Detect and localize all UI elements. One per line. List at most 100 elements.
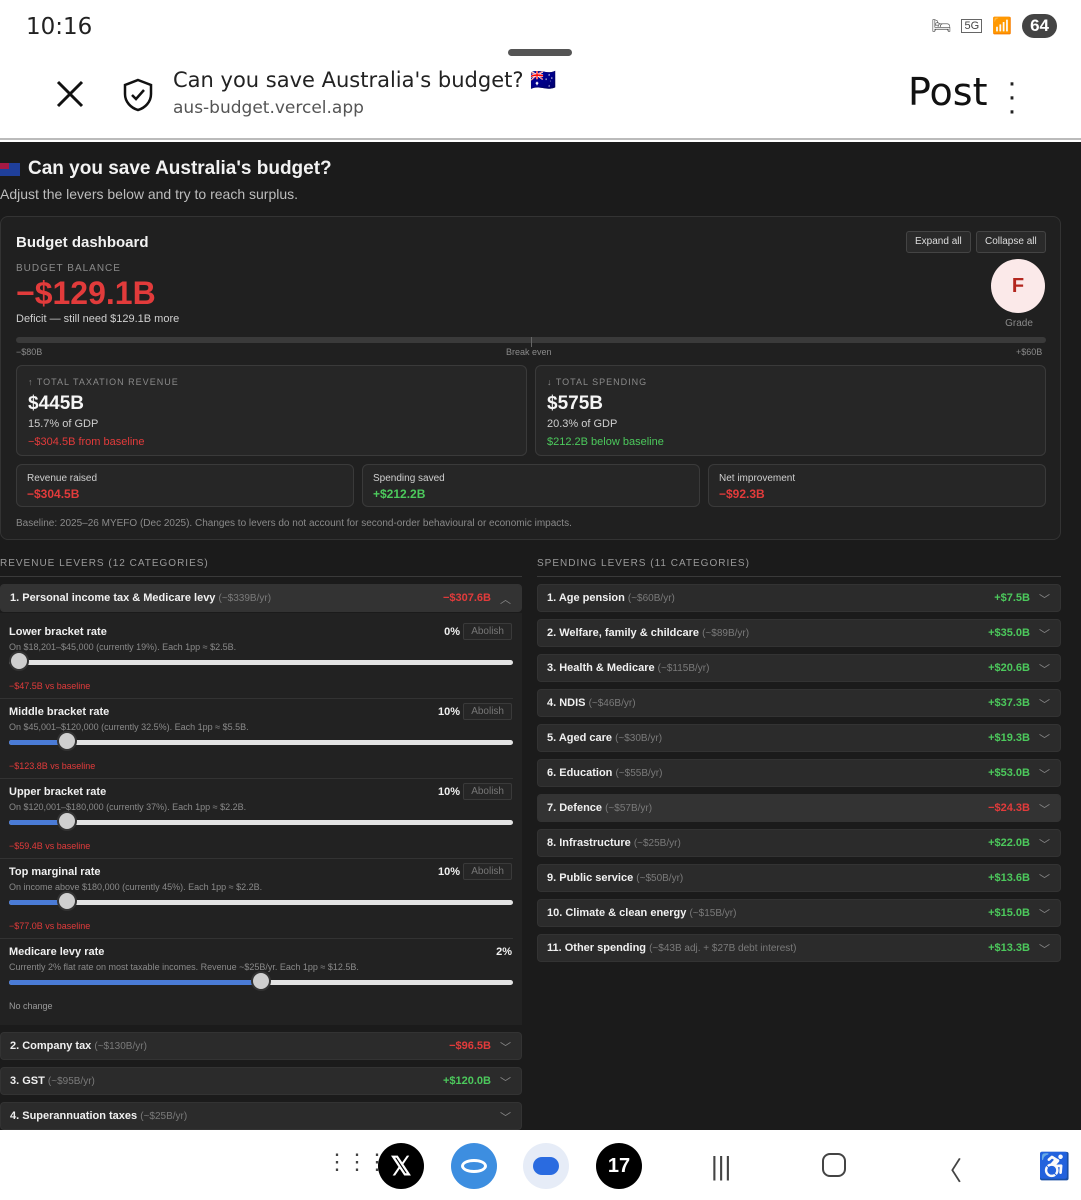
spending-lever-1[interactable]: 1. Age pension (~$60B/yr) +$7.5B ﹀ <box>537 584 1061 612</box>
slider-thumb[interactable] <box>56 891 77 911</box>
budget-dashboard: Budget dashboard Expand all Collapse all… <box>0 216 1061 540</box>
lever-hint: (~$25B/yr) <box>633 838 681 849</box>
spending-lever-2[interactable]: 2. Welfare, family & childcare (~$89B/yr… <box>537 619 1061 647</box>
recents-icon[interactable]: ||| <box>711 1151 731 1182</box>
spending-lever-6[interactable]: 6. Education (~$55B/yr) +$53.0B ﹀ <box>537 759 1061 787</box>
lever-title: 6. Education (~$55B/yr) <box>547 767 662 779</box>
accessibility-icon[interactable]: ♿ <box>1038 1151 1070 1182</box>
collapse-all-button[interactable]: Collapse all <box>976 231 1046 253</box>
slider-track[interactable] <box>9 820 513 825</box>
lever-hint: (~$30B/yr) <box>615 733 663 744</box>
back-icon[interactable]: 〈 <box>936 1151 962 1188</box>
spending-lever-11[interactable]: 11. Other spending (~$43B adj. + $27B de… <box>537 934 1061 962</box>
lever-title-text: 5. Aged care <box>547 732 613 744</box>
status-icons: 🛏 5G 📶 64 <box>931 14 1057 38</box>
revenue-lever-4[interactable]: 4. Superannuation taxes (~$25B/yr) ﹀ <box>0 1102 522 1130</box>
chevron-down-icon[interactable]: ﹀ <box>1039 941 1050 957</box>
lever-delta: +$13.6B <box>988 872 1030 884</box>
lever-delta: +$15.0B <box>988 907 1030 919</box>
abolish-button[interactable]: Abolish <box>463 783 512 800</box>
x-app-icon[interactable]: 𝕏 <box>378 1143 424 1189</box>
slider-name: Lower bracket rate <box>9 626 107 638</box>
app-subtitle: Adjust the levers below and try to reach… <box>0 186 299 202</box>
lever-hint: (~$339B/yr) <box>218 593 272 604</box>
revenue-lever-1[interactable]: 1. Personal income tax & Medicare levy (… <box>0 584 522 612</box>
chevron-down-icon[interactable]: ﹀ <box>1039 661 1050 677</box>
chevron-down-icon[interactable]: ﹀ <box>1039 906 1050 922</box>
chevron-down-icon[interactable]: ﹀ <box>500 1039 511 1055</box>
apps-grid-icon[interactable]: ⋮⋮⋮ <box>326 1149 388 1175</box>
spending-saved-value: +$212.2B <box>373 487 426 501</box>
lever-delta: −$24.3B <box>988 802 1030 814</box>
chevron-down-icon[interactable]: ﹀ <box>500 1074 511 1090</box>
expand-all-button[interactable]: Expand all <box>906 231 971 253</box>
scale-max: +$60B <box>1016 347 1043 357</box>
lever-title-text: 3. Health & Medicare <box>547 662 655 674</box>
slider-track[interactable] <box>9 900 513 905</box>
slider-thumb[interactable] <box>56 811 77 831</box>
chevron-up-icon[interactable]: ︿ <box>500 591 511 607</box>
chevron-down-icon[interactable]: ﹀ <box>1039 766 1050 782</box>
revenue-card-change: −$304.5B from baseline <box>28 436 145 448</box>
lever-delta: −$96.5B <box>449 1040 491 1052</box>
lever-title: 9. Public service (~$50B/yr) <box>547 872 683 884</box>
abolish-button[interactable]: Abolish <box>463 623 512 640</box>
dashboard-title: Budget dashboard <box>16 234 149 251</box>
more-icon[interactable]: · · · <box>1000 68 1024 126</box>
app-title: Can you save Australia's budget? <box>0 158 332 180</box>
revenue-raised-card: Revenue raised −$304.5B <box>16 464 354 507</box>
chevron-down-icon[interactable]: ﹀ <box>500 1109 511 1125</box>
chevron-down-icon[interactable]: ﹀ <box>1039 626 1050 642</box>
slider-track[interactable] <box>9 740 513 745</box>
break-even-marker <box>531 337 532 347</box>
status-time: 10:16 <box>26 14 93 40</box>
slider-thumb[interactable] <box>251 971 271 991</box>
abolish-button[interactable]: Abolish <box>463 703 512 720</box>
spending-lever-8[interactable]: 8. Infrastructure (~$25B/yr) +$22.0B ﹀ <box>537 829 1061 857</box>
spending-card-change: $212.2B below baseline <box>547 436 664 448</box>
lever-hint: (~$130B/yr) <box>94 1041 147 1052</box>
spending-lever-9[interactable]: 9. Public service (~$50B/yr) +$13.6B ﹀ <box>537 864 1061 892</box>
slider-name: Medicare levy rate <box>9 946 105 958</box>
balance-label: Budget balance <box>16 263 121 274</box>
tradingview-app-icon[interactable]: 17 <box>596 1143 642 1189</box>
spending-saved-label: Spending saved <box>373 473 445 484</box>
chevron-down-icon[interactable]: ﹀ <box>1039 591 1050 607</box>
slider-name: Middle bracket rate <box>9 706 110 718</box>
revenue-lever-3[interactable]: 3. GST (~$95B/yr) +$120.0B ﹀ <box>0 1067 522 1095</box>
bottom-nav-bar: ⋮⋮⋮ 𝕏 17 ||| 〈 ♿ <box>0 1131 1081 1200</box>
lever-title: 8. Infrastructure (~$25B/yr) <box>547 837 681 849</box>
spending-lever-4[interactable]: 4. NDIS (~$46B/yr) +$37.3B ﹀ <box>537 689 1061 717</box>
abolish-button[interactable]: Abolish <box>463 863 512 880</box>
slider-track[interactable] <box>9 660 513 665</box>
lever-title: 7. Defence (~$57B/yr) <box>547 802 652 814</box>
slider-desc: On $120,001–$180,000 (currently 37%). Ea… <box>9 802 247 812</box>
drag-handle[interactable] <box>508 49 572 56</box>
close-icon[interactable] <box>54 78 86 110</box>
weather-app-icon[interactable] <box>451 1143 497 1189</box>
revenue-raised-label: Revenue raised <box>27 473 98 484</box>
slider-desc: Currently 2% flat rate on most taxable i… <box>9 962 359 972</box>
shield-icon[interactable] <box>122 78 154 112</box>
chevron-down-icon[interactable]: ﹀ <box>1039 731 1050 747</box>
chevron-down-icon[interactable]: ﹀ <box>1039 696 1050 712</box>
spending-lever-10[interactable]: 10. Climate & clean energy (~$15B/yr) +$1… <box>537 899 1061 927</box>
slider-name: Top marginal rate <box>9 866 101 878</box>
chevron-down-icon[interactable]: ﹀ <box>1039 836 1050 852</box>
home-icon[interactable] <box>822 1153 846 1177</box>
slider-thumb[interactable] <box>9 651 29 671</box>
lever-title: 2. Welfare, family & childcare (~$89B/yr… <box>547 627 749 639</box>
spending-lever-3[interactable]: 3. Health & Medicare (~$115B/yr) +$20.6B ﹀ <box>537 654 1061 682</box>
slider-value: 10% <box>437 706 460 718</box>
baseline-note: Baseline: 2025–26 MYEFO (Dec 2025). Chan… <box>16 518 572 529</box>
slider-desc: On income above $180,000 (currently 45%)… <box>9 882 263 892</box>
post-button[interactable]: Post <box>908 70 988 114</box>
messages-app-icon[interactable] <box>523 1143 569 1189</box>
lever-title: 3. Health & Medicare (~$115B/yr) <box>547 662 709 674</box>
chevron-down-icon[interactable]: ﹀ <box>1039 801 1050 817</box>
slider-thumb[interactable] <box>56 731 77 751</box>
revenue-lever-2[interactable]: 2. Company tax (~$130B/yr) −$96.5B ﹀ <box>0 1032 522 1060</box>
spending-lever-5[interactable]: 5. Aged care (~$30B/yr) +$19.3B ﹀ <box>537 724 1061 752</box>
chevron-down-icon[interactable]: ﹀ <box>1039 871 1050 887</box>
spending-lever-7[interactable]: 7. Defence (~$57B/yr) −$24.3B ﹀ <box>537 794 1061 822</box>
